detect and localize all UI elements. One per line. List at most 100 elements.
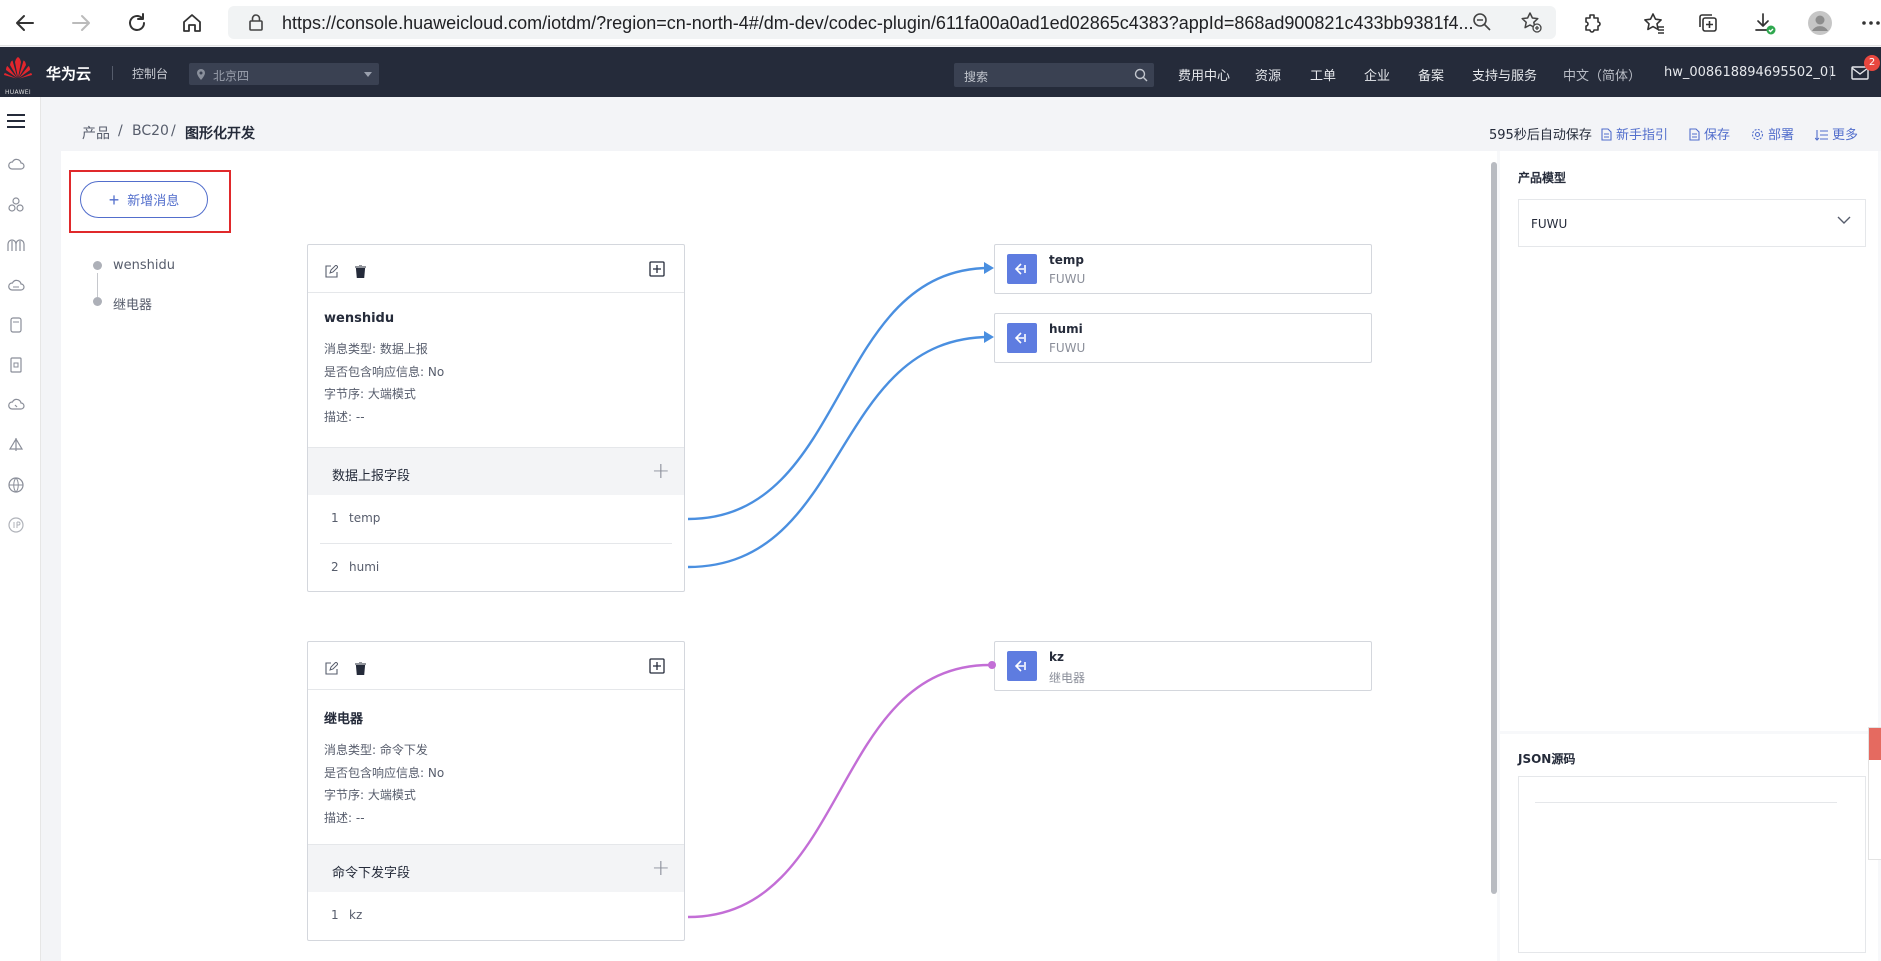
property-card-temp[interactable]: temp FUWU [994,244,1372,294]
field-index: 1 [331,908,339,922]
cluster-icon[interactable] [7,196,25,214]
nav-divider [1830,66,1831,80]
cloud-server-icon[interactable] [7,156,25,174]
card-toolbar [308,245,684,293]
field-row[interactable]: 1 temp [320,495,672,543]
field-row[interactable]: 1 kz [320,892,672,940]
save-button[interactable]: 保存 [1689,124,1730,143]
search-icon[interactable] [1134,68,1148,82]
sail-icon[interactable] [7,436,25,454]
fields-header: 命令下发字段 + [308,844,684,892]
globe-icon[interactable] [7,476,25,494]
lock-icon[interactable] [248,13,264,35]
search-placeholder: 搜索 [964,70,989,84]
more-label: 更多 [1832,128,1859,143]
downloads-icon[interactable] [1750,9,1778,37]
browser-menu-icon[interactable] [1857,9,1881,37]
hamburger-menu-icon[interactable] [7,113,25,129]
logo-text: HUAWEI [5,89,31,96]
huawei-logo-icon[interactable]: HUAWEI [3,56,33,96]
nav-tickets[interactable]: 工单 [1310,65,1336,84]
add-box-icon[interactable] [649,658,665,674]
page-header: 产品 / BC20 / 图形化开发 595秒后自动保存 新手指引 保存 部署 更… [41,97,1881,151]
url-text[interactable]: https://console.huaweicloud.com/iotdm/?r… [282,13,1474,34]
username-menu[interactable]: hw_008618894695502_01 [1664,65,1836,80]
feedback-tab[interactable] [1869,728,1881,760]
field-index: 2 [331,560,339,574]
save-label: 保存 [1704,128,1731,143]
tree-item-wenshidu[interactable]: wenshidu [113,258,175,273]
console-top-nav: HUAWEI 华为云 控制台 北京四 搜索 费用中心 资源 工单 企业 备案 支… [0,47,1881,97]
deploy-button[interactable]: 部署 [1751,124,1794,143]
guide-button[interactable]: 新手指引 [1601,124,1668,143]
zoom-icon[interactable] [1472,12,1492,36]
json-source-editor[interactable] [1518,776,1866,953]
add-box-icon[interactable] [649,261,665,277]
storage-icon[interactable] [7,316,25,334]
gear-icon [1751,128,1764,141]
property-card-humi[interactable]: humi FUWU [994,313,1372,363]
service-sidebar [0,97,41,961]
service-select-value: FUWU [1531,217,1568,231]
mapping-icon [1007,651,1037,681]
nav-support[interactable]: 支持与服务 [1472,65,1537,84]
home-icon[interactable] [177,8,207,38]
field-index: 1 [331,511,339,525]
edit-icon[interactable] [325,662,338,675]
floating-toolbar[interactable] [1868,727,1881,860]
field-row[interactable]: 2 humi [320,543,672,591]
cloud-db-icon[interactable] [7,276,25,294]
field-name: humi [349,560,380,574]
language-select[interactable]: 中文（简体） [1563,65,1641,84]
card-details: 继电器 消息类型: 命令下发 是否包含响应信息: No 字节序: 大端模式 描述… [308,690,684,844]
message-byte-order: 字节序: 大端模式 [324,788,416,802]
region-select[interactable]: 北京四 [189,63,379,85]
nav-filing[interactable]: 备案 [1418,65,1444,84]
property-service: 继电器 [1049,671,1086,685]
back-icon[interactable] [10,8,40,38]
favorites-icon[interactable] [1640,9,1668,37]
delete-icon[interactable] [355,662,366,675]
autosave-status: 595秒后自动保存 [1489,128,1592,143]
fields-header: 数据上报字段 + [308,447,684,495]
tree-node-dot [93,297,102,306]
message-type: 消息类型: 数据上报 [324,342,428,356]
document-icon[interactable] [7,356,25,374]
forward-icon[interactable] [66,8,96,38]
collections-icon[interactable] [1694,9,1722,37]
add-favorite-icon[interactable] [1520,11,1542,37]
more-button[interactable]: 更多 [1815,124,1858,143]
brand-name[interactable]: 华为云 [46,63,91,84]
nav-resources[interactable]: 资源 [1255,65,1281,84]
sort-list-icon [1815,130,1828,141]
service-select[interactable]: FUWU [1518,199,1866,247]
console-link[interactable]: 控制台 [132,65,168,82]
tree-item-relay[interactable]: 继电器 [113,294,152,313]
profile-avatar-icon[interactable] [1806,9,1834,37]
cloud-icon[interactable] [7,396,25,414]
ip-icon[interactable] [7,516,25,534]
tree-node-dot [93,261,102,270]
breadcrumb-product[interactable]: BC20 [132,123,169,139]
add-field-icon[interactable]: + [652,459,670,484]
edit-icon[interactable] [325,265,338,278]
breadcrumb-products[interactable]: 产品 [82,123,110,143]
plus-icon: + [108,189,120,210]
address-bar[interactable]: https://console.huaweicloud.com/iotdm/?r… [228,6,1556,39]
field-name: temp [349,511,381,525]
add-field-icon[interactable]: + [652,856,670,881]
add-message-button[interactable]: + 新增消息 [80,181,208,218]
property-card-kz[interactable]: kz 继电器 [994,641,1372,691]
property-name: kz [1049,650,1064,664]
nav-billing[interactable]: 费用中心 [1178,65,1230,84]
refresh-icon[interactable] [122,8,152,38]
delete-icon[interactable] [355,265,366,278]
chevron-down-icon [1837,216,1851,224]
bridge-icon[interactable] [7,236,25,254]
card-toolbar [308,642,684,690]
message-card-relay: 继电器 消息类型: 命令下发 是否包含响应信息: No 字节序: 大端模式 描述… [307,641,685,941]
nav-enterprise[interactable]: 企业 [1364,65,1390,84]
location-pin-icon [197,69,205,80]
extensions-icon[interactable] [1579,9,1607,37]
console-search-input[interactable]: 搜索 [954,63,1154,87]
